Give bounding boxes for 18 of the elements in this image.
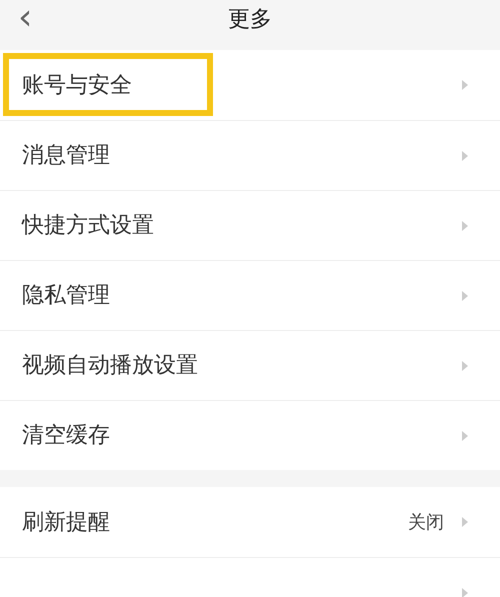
chevron-icon bbox=[462, 588, 468, 597]
row-label: 隐私管理 bbox=[22, 282, 110, 310]
chevron-icon bbox=[462, 430, 468, 440]
chevron-icon bbox=[462, 80, 468, 90]
row-label: 视频自动播放设置 bbox=[22, 352, 198, 380]
page-title: 更多 bbox=[228, 6, 272, 34]
row-label: 账号与安全 bbox=[22, 72, 132, 100]
chevron-icon bbox=[462, 517, 468, 527]
chevron-icon bbox=[462, 360, 468, 370]
row-label: 消息管理 bbox=[22, 142, 110, 170]
back-button[interactable]: ‹ bbox=[18, 0, 32, 36]
row-label: 刷新提醒 bbox=[22, 508, 110, 536]
row-label: 快捷方式设置 bbox=[22, 212, 154, 240]
chevron-icon bbox=[462, 220, 468, 230]
chevron-icon bbox=[462, 290, 468, 300]
row-label: 清空缓存 bbox=[22, 422, 110, 450]
row-value: 关闭 bbox=[408, 510, 444, 534]
chevron-icon bbox=[462, 150, 468, 160]
